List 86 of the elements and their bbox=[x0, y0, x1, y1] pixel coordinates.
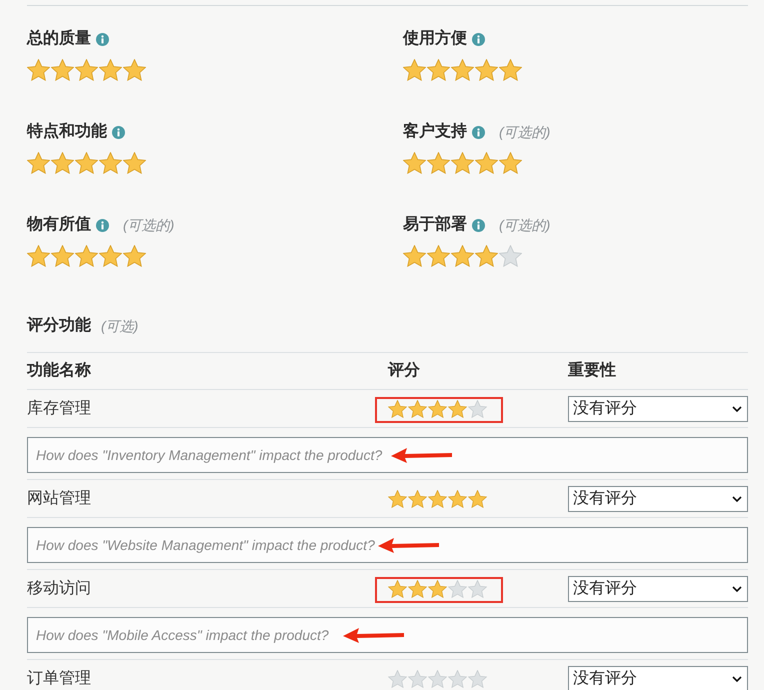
optional-note: (可选) bbox=[101, 316, 138, 336]
info-icon[interactable] bbox=[472, 32, 485, 46]
comment-field[interactable]: How does "Website Management" impact the product? bbox=[27, 527, 748, 563]
star-rating[interactable] bbox=[403, 59, 523, 81]
info-icon[interactable] bbox=[112, 126, 125, 138]
star-icon[interactable] bbox=[99, 152, 122, 174]
star-icon[interactable] bbox=[51, 59, 74, 81]
star-rating[interactable] bbox=[27, 245, 147, 267]
star-icon[interactable] bbox=[123, 245, 146, 267]
chevron-down-icon bbox=[732, 406, 742, 412]
column-header: 评分 bbox=[388, 360, 420, 381]
star-icon[interactable] bbox=[403, 152, 426, 174]
star-icon[interactable] bbox=[99, 59, 122, 81]
star-icon[interactable] bbox=[51, 152, 74, 174]
star-icon[interactable] bbox=[403, 245, 426, 267]
star-icon[interactable] bbox=[403, 59, 426, 81]
section-title: 评分功能 bbox=[27, 316, 91, 336]
star-icon[interactable] bbox=[499, 152, 522, 174]
info-icon[interactable] bbox=[472, 126, 485, 138]
comment-field[interactable]: How does "Mobile Access" impact the product? bbox=[27, 617, 748, 653]
star-icon[interactable] bbox=[123, 59, 146, 81]
star-icon[interactable] bbox=[448, 400, 467, 418]
star-rating[interactable] bbox=[388, 490, 488, 508]
feature-name: 移动访问 bbox=[27, 578, 91, 598]
star-icon[interactable] bbox=[475, 152, 498, 174]
importance-select[interactable]: 没有评分 bbox=[568, 666, 748, 690]
star-icon[interactable] bbox=[408, 400, 427, 418]
comment-field[interactable]: How does "Inventory Management" impact the product? bbox=[27, 437, 748, 473]
star-rating[interactable] bbox=[403, 152, 523, 174]
column-header: 功能名称 bbox=[27, 360, 91, 381]
star-icon[interactable] bbox=[451, 245, 474, 267]
importance-select[interactable]: 没有评分 bbox=[568, 396, 748, 422]
star-icon[interactable] bbox=[75, 152, 98, 174]
star-rating[interactable] bbox=[388, 670, 488, 688]
importance-select[interactable]: 没有评分 bbox=[568, 486, 748, 512]
star-icon[interactable] bbox=[51, 245, 74, 267]
info-icon[interactable] bbox=[96, 218, 109, 232]
feature-name: 网站管理 bbox=[27, 488, 91, 508]
optional-note: (可选的) bbox=[499, 216, 550, 235]
star-icon[interactable] bbox=[475, 245, 498, 267]
star-icon[interactable] bbox=[123, 152, 146, 174]
chevron-down-icon bbox=[732, 496, 742, 502]
chevron-down-icon bbox=[732, 586, 742, 592]
column-header: 重要性 bbox=[568, 360, 616, 381]
star-icon[interactable] bbox=[448, 490, 467, 508]
star-icon[interactable] bbox=[468, 490, 487, 508]
feature-name: 订单管理 bbox=[27, 668, 91, 688]
star-icon[interactable] bbox=[99, 245, 122, 267]
rating-label: 易于部署 bbox=[403, 214, 467, 235]
star-icon[interactable] bbox=[427, 59, 450, 81]
star-icon[interactable] bbox=[475, 59, 498, 81]
star-icon[interactable] bbox=[427, 245, 450, 267]
star-rating[interactable] bbox=[403, 245, 523, 267]
star-icon[interactable] bbox=[451, 152, 474, 174]
star-icon[interactable] bbox=[388, 400, 407, 418]
rating-label: 客户支持 bbox=[403, 121, 467, 142]
star-icon[interactable] bbox=[75, 245, 98, 267]
star-icon[interactable] bbox=[388, 490, 407, 508]
rating-label: 特点和功能 bbox=[27, 122, 107, 142]
star-icon[interactable] bbox=[75, 59, 98, 81]
star-icon[interactable] bbox=[27, 245, 50, 267]
star-icon[interactable] bbox=[428, 400, 447, 418]
star-rating[interactable] bbox=[27, 59, 147, 81]
star-rating[interactable] bbox=[27, 152, 147, 174]
star-icon[interactable] bbox=[428, 580, 447, 598]
rating-label: 总的质量 bbox=[27, 28, 91, 49]
star-icon[interactable] bbox=[451, 59, 474, 81]
star-icon[interactable] bbox=[27, 59, 50, 81]
optional-note: (可选的) bbox=[123, 216, 174, 235]
optional-note: (可选的) bbox=[499, 122, 550, 142]
star-rating[interactable] bbox=[388, 580, 488, 598]
info-icon[interactable] bbox=[472, 218, 485, 232]
importance-select[interactable]: 没有评分 bbox=[568, 576, 748, 602]
star-icon[interactable] bbox=[27, 152, 50, 174]
star-icon[interactable] bbox=[408, 490, 427, 508]
star-rating[interactable] bbox=[388, 400, 488, 418]
star-icon[interactable] bbox=[499, 59, 522, 81]
chevron-down-icon bbox=[732, 676, 742, 682]
star-icon[interactable] bbox=[427, 152, 450, 174]
info-icon[interactable] bbox=[96, 32, 109, 46]
rating-label: 使用方便 bbox=[403, 28, 467, 49]
rating-label: 物有所值 bbox=[27, 214, 91, 235]
star-icon[interactable] bbox=[408, 580, 427, 598]
feature-name: 库存管理 bbox=[27, 398, 91, 418]
star-icon[interactable] bbox=[388, 580, 407, 598]
star-icon[interactable] bbox=[428, 490, 447, 508]
